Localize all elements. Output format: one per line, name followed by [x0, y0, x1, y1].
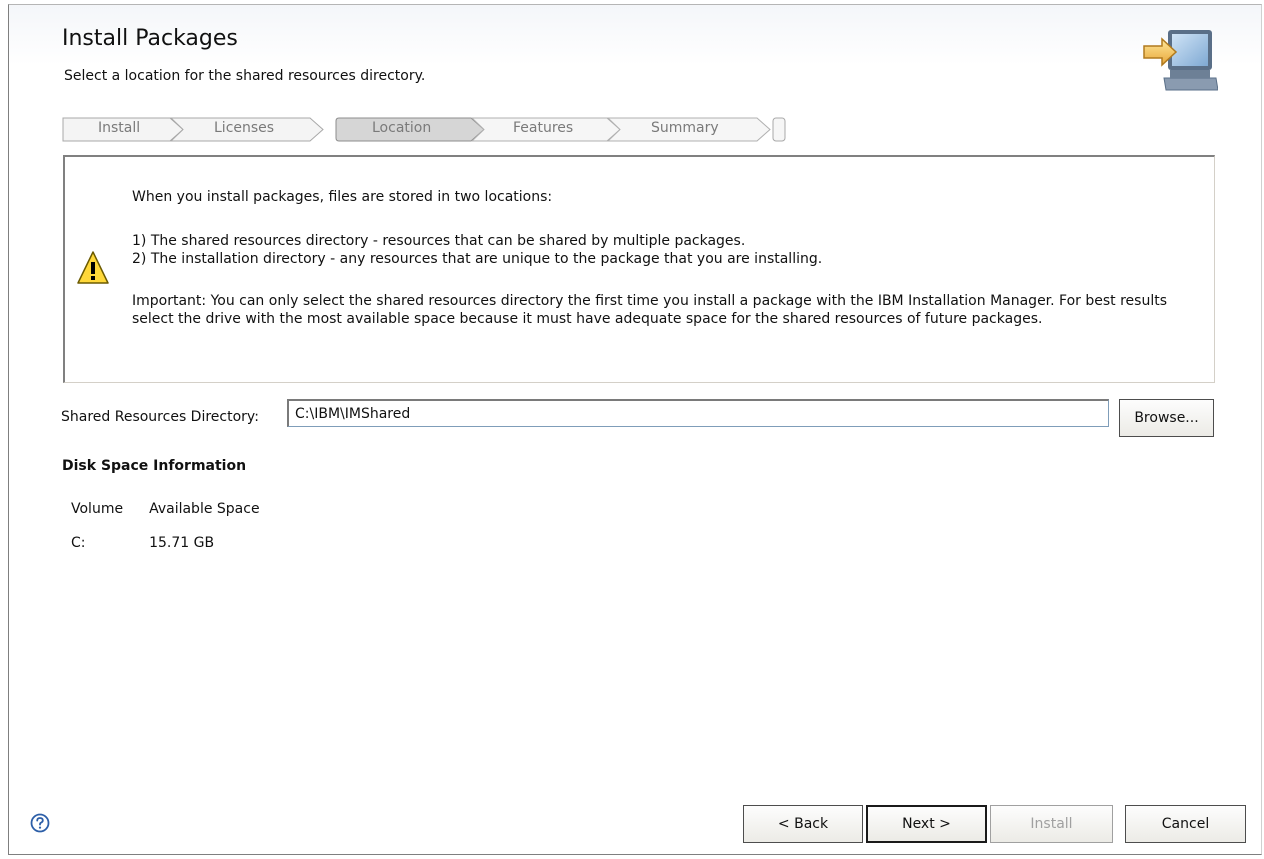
wizard-banner — [9, 5, 1261, 105]
disk-space-heading: Disk Space Information — [62, 458, 247, 474]
step-end-cap — [772, 117, 788, 142]
shared-dir-label: Shared Resources Directory: — [61, 409, 259, 425]
disk-table-header: Volume Available Space — [71, 500, 286, 534]
step-licenses-label: Licenses — [214, 120, 275, 136]
info-shared-dir-text: 1) The shared resources directory - reso… — [132, 233, 746, 249]
info-important-text: Important: You can only select the share… — [132, 293, 1168, 327]
computer-arrow-icon — [1143, 30, 1218, 91]
step-install-label: Install — [98, 120, 141, 136]
available-space-cell: 15.71 GB — [149, 535, 215, 551]
browse-button[interactable]: Browse... — [1119, 399, 1214, 437]
column-header-available-space: Available Space — [149, 501, 260, 517]
warning-icon — [77, 251, 109, 284]
step-summary: Summary — [607, 117, 775, 142]
column-header-volume: Volume — [71, 501, 124, 517]
info-intro-text: When you install packages, files are sto… — [132, 189, 553, 205]
next-button[interactable]: Next > — [866, 805, 987, 843]
step-install: Install — [62, 117, 184, 142]
disk-space-table: Volume Available Space C: 15.71 GB — [71, 500, 286, 568]
step-features-label: Features — [513, 120, 574, 136]
back-button[interactable]: < Back — [743, 805, 863, 843]
step-features: Features — [471, 117, 621, 142]
volume-cell: C: — [71, 535, 86, 551]
step-location-label: Location — [372, 120, 432, 136]
page-subtitle: Select a location for the shared resourc… — [64, 68, 426, 84]
page-title: Install Packages — [62, 26, 238, 51]
step-licenses: Licenses — [170, 117, 324, 142]
help-icon[interactable] — [30, 813, 50, 833]
step-location: Location — [335, 117, 485, 142]
install-button[interactable]: Install — [990, 805, 1113, 843]
shared-dir-input[interactable] — [287, 399, 1109, 427]
step-summary-label: Summary — [651, 120, 719, 136]
info-install-dir-text: 2) The installation directory - any reso… — [132, 251, 823, 267]
cancel-button[interactable]: Cancel — [1125, 805, 1246, 843]
table-row: C: 15.71 GB — [71, 534, 286, 568]
